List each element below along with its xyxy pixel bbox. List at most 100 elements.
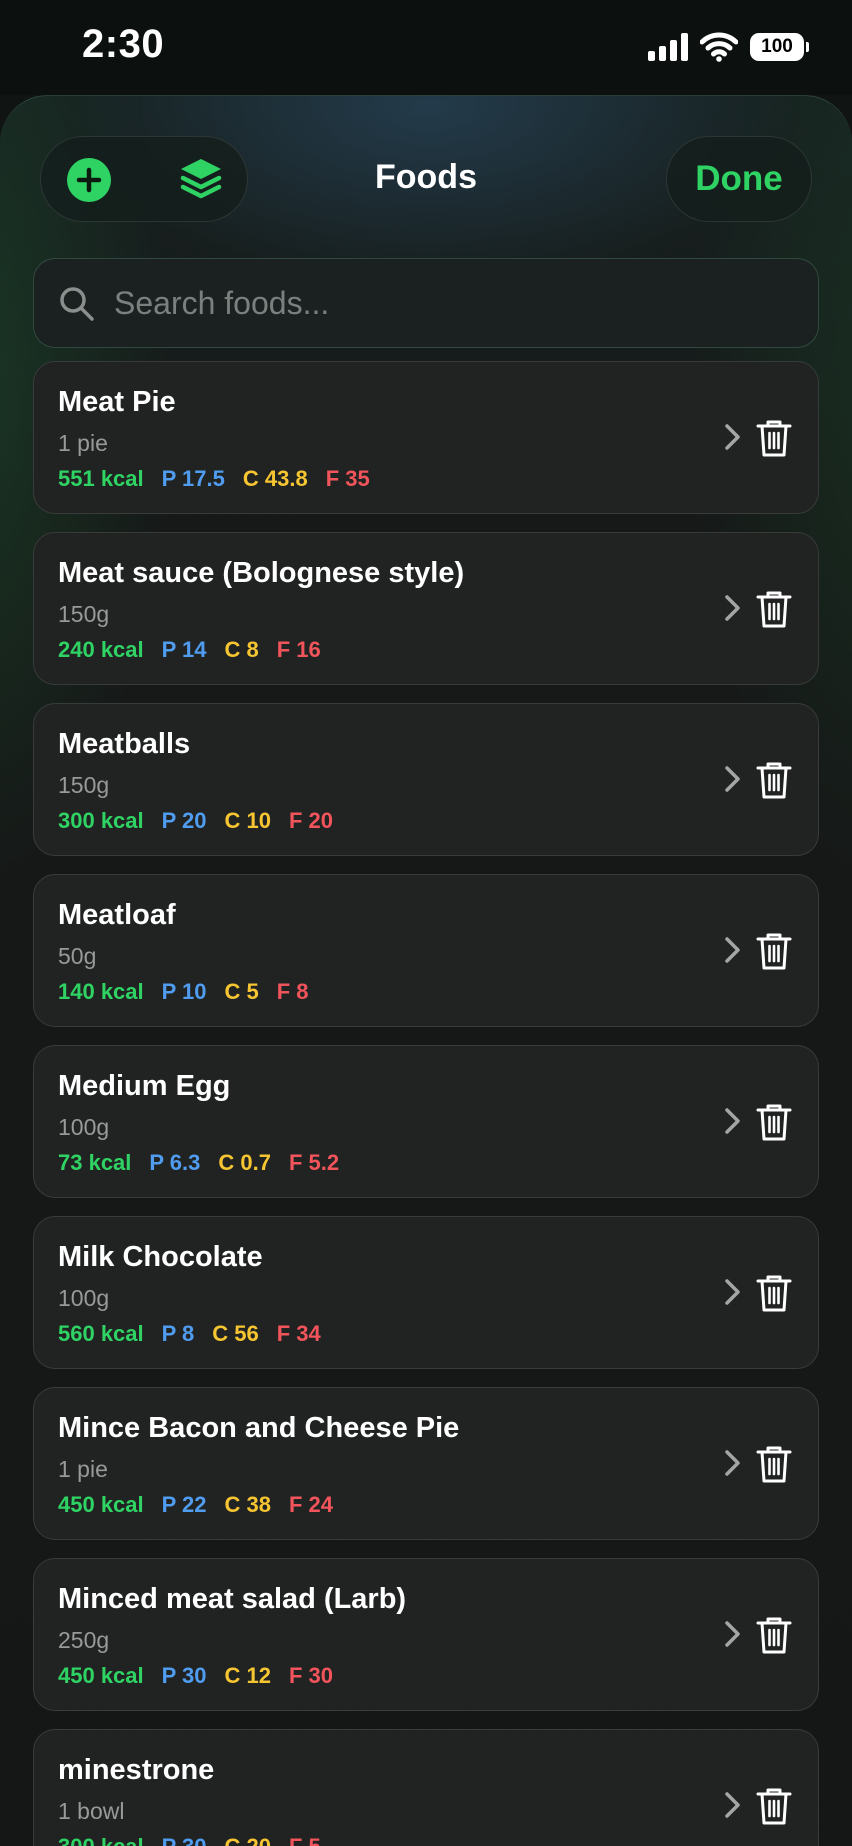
food-fat: F 5 (289, 1834, 321, 1846)
food-protein: P 30 (161, 1663, 207, 1688)
food-list-item[interactable]: Medium Egg 100g 73 kcal P 6.3 C 0.7 F 5.… (33, 1045, 819, 1198)
food-name: Meatloaf (58, 899, 176, 931)
food-kcal: 551 kcal (58, 466, 144, 491)
food-fat: F 30 (288, 1663, 334, 1688)
food-macros: 450 kcal P 22 C 38 F 24 (58, 1492, 333, 1518)
status-bar: 2:30 100 (0, 0, 852, 95)
food-list-item[interactable]: Meatballs 150g 300 kcal P 20 C 10 F 20 (33, 703, 819, 856)
food-serving: 100g (58, 1285, 110, 1311)
plus-icon (76, 167, 102, 193)
toolbar-group (40, 136, 248, 222)
chevron-right-icon (725, 1621, 740, 1647)
food-list: Meat Pie 1 pie 551 kcal P 17.5 C 43.8 F … (33, 361, 819, 1846)
food-protein: P 8 (161, 1321, 195, 1346)
food-carbs: C 10 (224, 808, 271, 833)
food-fat: F 20 (288, 808, 334, 833)
add-food-button[interactable] (67, 158, 111, 202)
food-carbs: C 8 (224, 637, 259, 662)
chevron-right-icon (725, 1279, 740, 1305)
food-macros: 300 kcal P 30 C 20 F 5 (58, 1834, 321, 1846)
food-name: Medium Egg (58, 1070, 231, 1102)
layers-icon[interactable] (175, 154, 227, 206)
chevron-right-icon (725, 595, 740, 621)
food-list-item[interactable]: Meat sauce (Bolognese style) 150g 240 kc… (33, 532, 819, 685)
food-name: Meat Pie (58, 386, 176, 418)
food-list-item[interactable]: Meat Pie 1 pie 551 kcal P 17.5 C 43.8 F … (33, 361, 819, 514)
food-serving: 250g (58, 1627, 110, 1653)
food-carbs: C 56 (212, 1321, 259, 1346)
battery-icon: 100 (750, 33, 809, 61)
food-name: Minced meat salad (Larb) (58, 1583, 407, 1615)
food-protein: P 30 (162, 1834, 207, 1846)
foods-sheet: Foods Done Meat Pie 1 pie 551 kcal P 17.… (0, 95, 852, 1846)
food-macros: 450 kcal P 30 C 12 F 30 (58, 1663, 333, 1689)
trash-icon[interactable] (754, 1785, 794, 1827)
food-fat: F 8 (276, 979, 309, 1004)
search-box[interactable] (33, 258, 819, 348)
food-serving: 1 pie (58, 430, 108, 456)
food-fat: F 24 (288, 1492, 334, 1517)
trash-icon[interactable] (754, 417, 794, 459)
search-input[interactable] (114, 259, 804, 347)
food-protein: P 10 (161, 979, 207, 1004)
food-kcal: 450 kcal (58, 1492, 144, 1517)
food-kcal: 300 kcal (58, 1834, 144, 1846)
status-time: 2:30 (82, 22, 165, 66)
food-name: Meatballs (58, 728, 191, 760)
food-list-item[interactable]: Milk Chocolate 100g 560 kcal P 8 C 56 F … (33, 1216, 819, 1369)
food-fat: F 5.2 (288, 1150, 340, 1175)
chevron-right-icon (725, 1450, 740, 1476)
food-protein: P 14 (161, 637, 207, 662)
food-macros: 240 kcal P 14 C 8 F 16 (58, 637, 321, 663)
wifi-icon (700, 32, 738, 62)
food-protein: P 20 (161, 808, 207, 833)
food-serving: 100g (58, 1114, 110, 1140)
food-serving: 150g (58, 601, 110, 627)
food-list-item[interactable]: minestrone 1 bowl 300 kcal P 30 C 20 F 5 (33, 1729, 819, 1846)
food-serving: 50g (58, 943, 97, 969)
chevron-right-icon (725, 1792, 740, 1818)
trash-icon[interactable] (754, 1614, 794, 1656)
food-macros: 560 kcal P 8 C 56 F 34 (58, 1321, 321, 1347)
trash-icon[interactable] (754, 1101, 794, 1143)
food-name: minestrone (58, 1754, 215, 1786)
food-kcal: 73 kcal (58, 1150, 132, 1175)
food-kcal: 300 kcal (58, 808, 144, 833)
food-carbs: C 38 (224, 1492, 271, 1517)
status-icons: 100 (648, 30, 809, 64)
food-carbs: C 5 (224, 979, 259, 1004)
food-name: Milk Chocolate (58, 1241, 263, 1273)
food-kcal: 560 kcal (58, 1321, 144, 1346)
chevron-right-icon (725, 766, 740, 792)
trash-icon[interactable] (754, 1443, 794, 1485)
food-kcal: 450 kcal (58, 1663, 144, 1688)
food-carbs: C 12 (224, 1663, 271, 1688)
food-name: Mince Bacon and Cheese Pie (58, 1412, 460, 1444)
done-button[interactable]: Done (666, 136, 812, 222)
food-macros: 551 kcal P 17.5 C 43.8 F 35 (58, 466, 370, 492)
food-list-item[interactable]: Meatloaf 50g 140 kcal P 10 C 5 F 8 (33, 874, 819, 1027)
food-kcal: 140 kcal (58, 979, 144, 1004)
food-carbs: C 43.8 (242, 466, 308, 491)
trash-icon[interactable] (754, 759, 794, 801)
food-list-item[interactable]: Mince Bacon and Cheese Pie 1 pie 450 kca… (33, 1387, 819, 1540)
food-fat: F 34 (276, 1321, 321, 1346)
food-list-item[interactable]: Minced meat salad (Larb) 250g 450 kcal P… (33, 1558, 819, 1711)
trash-icon[interactable] (754, 1272, 794, 1314)
food-serving: 1 bowl (58, 1798, 125, 1824)
food-fat: F 35 (325, 466, 370, 491)
food-serving: 150g (58, 772, 110, 798)
trash-icon[interactable] (754, 588, 794, 630)
chevron-right-icon (725, 424, 740, 450)
food-macros: 73 kcal P 6.3 C 0.7 F 5.2 (58, 1150, 339, 1176)
food-serving: 1 pie (58, 1456, 108, 1482)
food-name: Meat sauce (Bolognese style) (58, 557, 465, 589)
food-carbs: C 0.7 (218, 1150, 271, 1175)
food-fat: F 16 (276, 637, 321, 662)
chevron-right-icon (725, 937, 740, 963)
trash-icon[interactable] (754, 930, 794, 972)
search-icon (60, 287, 94, 321)
signal-icon (648, 33, 688, 61)
food-carbs: C 20 (225, 1834, 271, 1846)
food-kcal: 240 kcal (58, 637, 144, 662)
